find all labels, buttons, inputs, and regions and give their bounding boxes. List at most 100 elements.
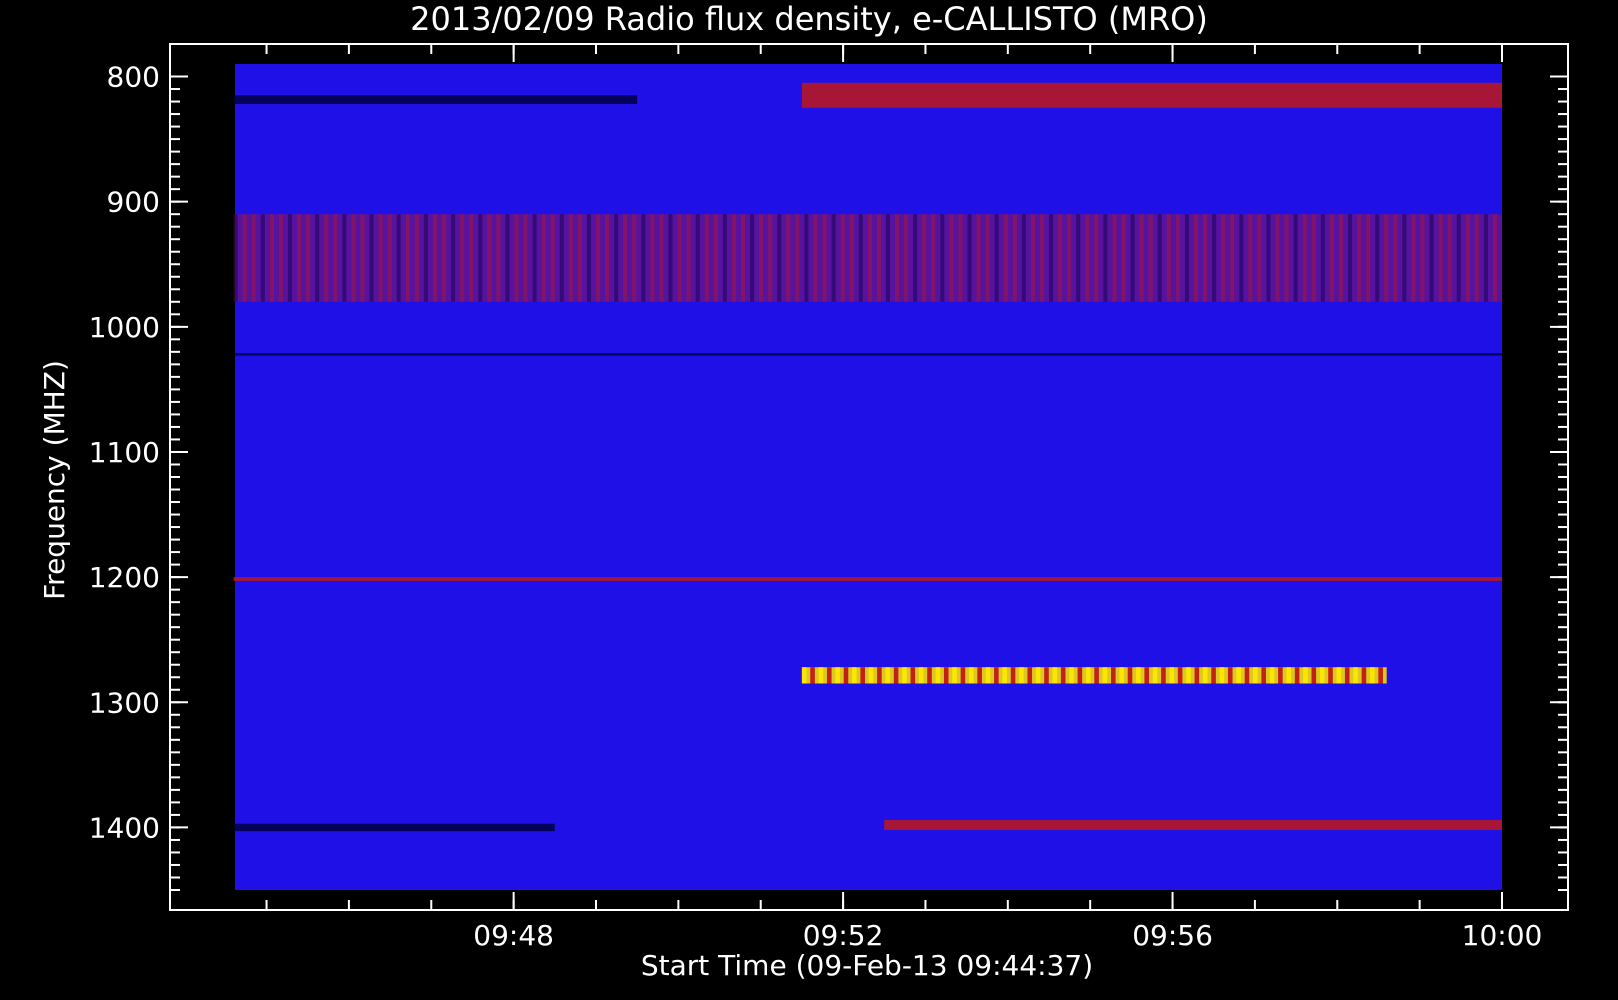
spectrogram-burst (1194, 667, 1200, 684)
spectrogram-stripe (1284, 214, 1289, 302)
y-tick-label: 1300 (89, 686, 160, 719)
spectrogram-stripe (1266, 214, 1271, 302)
spectrogram-stripe (1103, 214, 1108, 302)
spectrogram-feature-7: dark band 1400 (233, 823, 555, 832)
spectrogram-burst (1211, 667, 1216, 684)
spectrogram-stripe (686, 214, 691, 302)
spectrogram-stripe (632, 214, 637, 302)
spectrogram-stripe (1239, 214, 1244, 302)
spectrogram-stripe (777, 214, 782, 302)
spectrogram-burst (1261, 667, 1266, 684)
spectrogram-stripe (704, 214, 709, 302)
spectrogram-stripe (976, 214, 981, 302)
spectrogram-stripe (1329, 214, 1334, 302)
spectrogram-stripe (369, 214, 374, 302)
spectrogram-burst (826, 667, 832, 684)
spectrogram-stripe (994, 214, 999, 302)
spectrogram-stripe (1320, 214, 1325, 302)
spectrogram-stripe (360, 214, 365, 302)
spectrogram-stripe (1012, 214, 1017, 302)
spectrogram-burst (1319, 667, 1325, 684)
spectrogram-burst (1127, 667, 1133, 684)
spectrogram-stripe (287, 214, 293, 302)
spectrogram-burst (1328, 667, 1333, 684)
spectrogram-stripe (577, 214, 582, 302)
y-tick-label: 1200 (89, 561, 160, 594)
spectrogram-stripe (559, 214, 564, 302)
spectrogram-burst (1136, 667, 1141, 684)
spectrogram-burst (1294, 667, 1300, 684)
spectrogram-stripe (614, 214, 619, 302)
spectrogram-burst (910, 667, 916, 684)
spectrogram-burst (818, 667, 824, 684)
spectrogram-chart: 2013/02/09 Radio flux density, e-CALLIST… (38, 0, 1569, 982)
spectrogram-stripe (1067, 214, 1072, 302)
spectrogram-burst (877, 667, 882, 684)
spectrogram-stripe (786, 214, 791, 302)
spectrogram-stripe (260, 214, 265, 302)
spectrogram-burst (994, 667, 999, 684)
spectrogram-stripe (1474, 214, 1479, 302)
spectrogram-stripe (759, 214, 764, 302)
spectrogram-burst (1119, 667, 1124, 684)
spectrogram-stripe (740, 214, 746, 302)
spectrogram-stripe (278, 214, 283, 302)
spectrogram-burst (1186, 667, 1191, 684)
spectrogram-stripe (822, 214, 827, 302)
spectrogram-stripe (677, 214, 682, 302)
spectrogram-burst (1144, 667, 1150, 684)
spectrogram-stripe (1184, 214, 1189, 302)
spectrogram-stripe (387, 214, 392, 302)
spectrogram-burst (1111, 667, 1116, 684)
spectrogram-burst (852, 667, 857, 684)
spectrogram-stripe (1039, 214, 1045, 302)
spectrogram-stripe (1157, 214, 1162, 302)
spectrogram-feature-6: lower red band (884, 819, 1502, 830)
spectrogram-burst (1361, 667, 1367, 684)
spectrogram-stripe (1456, 214, 1461, 302)
spectrogram-feature-0: upper red band (801, 82, 1502, 108)
spectrogram-burst (885, 667, 891, 684)
spectrogram-burst (1052, 667, 1058, 684)
spectrogram-stripe (605, 214, 610, 302)
spectrogram-burst (1278, 667, 1283, 684)
spectrogram-stripe (885, 214, 890, 302)
spectrogram-stripe (451, 214, 456, 302)
spectrogram-stripe (1139, 214, 1144, 302)
spectrogram-stripe (233, 214, 238, 302)
spectrogram-stripe (469, 214, 474, 302)
spectrogram-stripe (595, 214, 601, 302)
spectrogram-stripe (414, 214, 419, 302)
spectrogram-burst (1002, 667, 1008, 684)
spectrogram-stripe (750, 214, 755, 302)
spectrogram-stripe (713, 214, 718, 302)
spectrogram-stripe (650, 214, 655, 302)
spectrogram-stripe (1003, 214, 1008, 302)
spectrogram-stripe (1048, 214, 1054, 302)
spectrogram-burst (860, 667, 865, 684)
spectrogram-burst (1311, 667, 1317, 684)
spectrogram-stripe (1357, 214, 1362, 302)
x-tick-label: 09:52 (803, 919, 884, 952)
spectrogram-burst (1236, 667, 1241, 684)
spectrogram-burst (1010, 667, 1016, 684)
spectrogram-stripe (1076, 214, 1081, 302)
spectrogram-burst (1077, 667, 1083, 684)
spectrogram-stripe (931, 214, 936, 302)
spectrogram-stripe (894, 214, 900, 302)
spectrogram-stripe (1429, 214, 1434, 302)
spectrogram-stripe (1221, 214, 1226, 302)
spectrogram-burst (1336, 667, 1342, 684)
spectrogram-burst (1253, 667, 1258, 684)
spectrogram-burst (1094, 667, 1099, 684)
spectrogram-stripe (858, 214, 863, 302)
spectrogram-stripe (813, 214, 818, 302)
spectrogram-stripe (867, 214, 872, 302)
spectrogram-burst (902, 667, 907, 684)
spectrogram-burst (1060, 667, 1066, 684)
spectrogram-burst (868, 667, 874, 684)
spectrogram-stripe (1112, 214, 1117, 302)
spectrogram-stripe (1393, 214, 1398, 302)
spectrogram-stripe (1492, 214, 1498, 302)
spectrogram-stripe (1293, 214, 1298, 302)
